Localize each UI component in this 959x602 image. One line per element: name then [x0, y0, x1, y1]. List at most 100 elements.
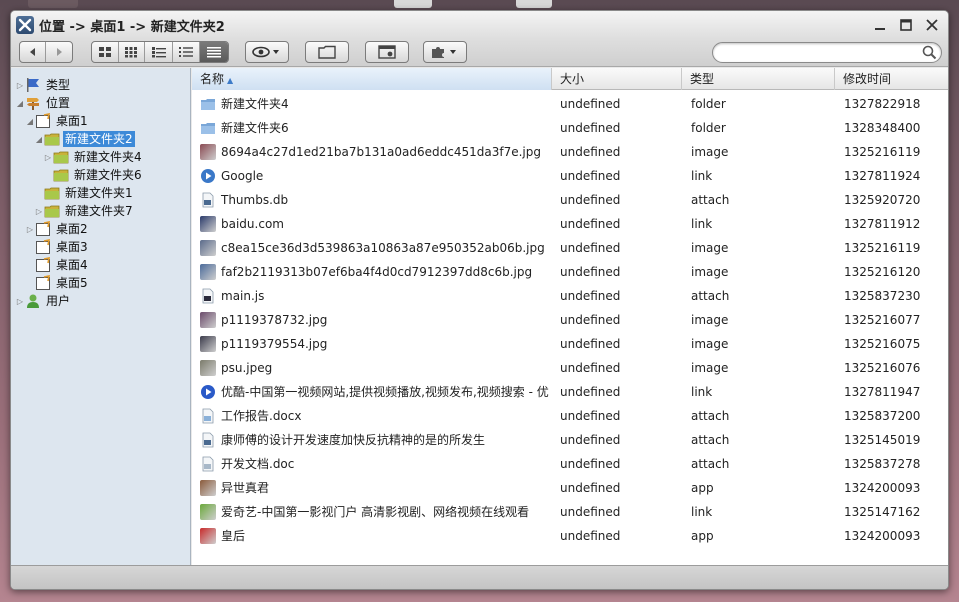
small-icons-view-button[interactable]	[119, 42, 146, 62]
file-size-cell: undefined	[560, 241, 621, 255]
plugins-dropdown-button[interactable]	[423, 41, 467, 63]
forward-button[interactable]	[46, 42, 72, 62]
js-file-icon	[200, 288, 216, 304]
file-name-cell: main.js	[200, 284, 550, 308]
file-row[interactable]: Thumbs.db undefined attach 1325920720	[192, 188, 948, 212]
file-row[interactable]: 新建文件夹6 undefined folder 1328348400	[192, 116, 948, 140]
tree-item[interactable]: ◢ 新建文件夹2	[34, 130, 135, 148]
file-row[interactable]: faf2b2119313b07ef6ba4f4d0cd7912397dd8c6b…	[192, 260, 948, 284]
titlebar[interactable]: 位置 -> 桌面1 -> 新建文件夹2	[11, 11, 948, 39]
collapsed-arrow-icon[interactable]: ▷	[15, 76, 25, 94]
file-name-text: 开发文档.doc	[221, 457, 295, 471]
file-row[interactable]: Google undefined link 1327811924	[192, 164, 948, 188]
file-row[interactable]: baidu.com undefined link 1327811912	[192, 212, 948, 236]
tree-item[interactable]: 桌面3	[25, 238, 90, 256]
file-row[interactable]: 皇后 undefined app 1324200093	[192, 524, 948, 548]
file-row[interactable]: 优酷-中国第一视频网站,提供视频播放,视频发布,视频搜索 - 优 undefine…	[192, 380, 948, 404]
file-name-text: 异世真君	[221, 481, 270, 495]
collapsed-arrow-icon[interactable]: ▷	[25, 220, 35, 238]
desktop-icon	[35, 239, 51, 255]
file-size-cell: undefined	[560, 337, 621, 351]
file-row[interactable]: c8ea15ce36d3d539863a10863a87e950352ab06b…	[192, 236, 948, 260]
new-folder-button[interactable]	[305, 41, 349, 63]
file-name-text: 8694a4c27d1ed21ba7b131a0ad6eddc451da3f7e…	[221, 145, 541, 159]
maximize-button[interactable]	[896, 15, 916, 35]
tree-item-label: 用户	[46, 294, 71, 308]
file-row[interactable]: 开发文档.doc undefined attach 1325837278	[192, 452, 948, 476]
tree-item[interactable]: ▷ 类型	[15, 76, 72, 94]
file-name-text: p1119378732.jpg	[221, 313, 328, 327]
column-header-size[interactable]: 大小	[552, 68, 682, 90]
search-input[interactable]	[723, 45, 913, 60]
details-icon	[207, 47, 222, 58]
file-name-cell: 皇后	[200, 524, 550, 548]
tree-item-label: 桌面3	[56, 240, 88, 254]
expanded-arrow-icon[interactable]: ◢	[15, 94, 25, 112]
file-name-text: baidu.com	[221, 217, 284, 231]
image-thumb-icon	[200, 312, 216, 328]
file-size-cell: undefined	[560, 505, 621, 519]
file-row[interactable]: main.js undefined attach 1325837230	[192, 284, 948, 308]
properties-button[interactable]	[365, 41, 409, 63]
column-header-name[interactable]: 名称 ▲	[192, 68, 552, 90]
column-header-mtime[interactable]: 修改时间	[835, 68, 948, 90]
list-view-button[interactable]	[173, 42, 201, 62]
file-mtime-cell: 1325216119	[844, 145, 921, 159]
tree-item[interactable]: 桌面4	[25, 256, 90, 274]
file-name-cell: 爱奇艺-中国第一影视门户 高清影视剧、网络视频在线观看	[200, 500, 550, 524]
file-type-cell: image	[691, 265, 729, 279]
file-row[interactable]: p1119378732.jpg undefined image 1325216077	[192, 308, 948, 332]
file-mtime-cell: 1325216077	[844, 313, 921, 327]
image-thumb-icon	[200, 336, 216, 352]
tree-item[interactable]: ◢ 桌面1	[25, 112, 90, 130]
file-size-cell: undefined	[560, 145, 621, 159]
folder-tree: ▷ 类型 ◢ 位置 ◢ 桌面1 ◢ 新建文件夹2 ▷ 新建文件夹4 新建文件夹6 新建文件夹1 ▷ 新建文…	[11, 68, 191, 565]
close-button[interactable]	[922, 15, 942, 35]
image-thumb-icon	[200, 240, 216, 256]
tree-item[interactable]: ◢ 位置	[15, 94, 72, 112]
tiles-icon	[151, 47, 166, 58]
file-name-cell: 异世真君	[200, 476, 550, 500]
details-view-button[interactable]	[200, 42, 228, 62]
tree-item[interactable]: 桌面5	[25, 274, 90, 292]
collapsed-arrow-icon[interactable]: ▷	[34, 202, 44, 220]
desktop-icon	[35, 113, 51, 129]
file-mtime-cell: 1325837200	[844, 409, 921, 423]
tiles-view-button[interactable]	[145, 42, 173, 62]
close-icon	[926, 19, 938, 31]
file-row[interactable]: 新建文件夹4 undefined folder 1327822918	[192, 92, 948, 116]
expanded-arrow-icon[interactable]: ◢	[25, 112, 35, 130]
collapsed-arrow-icon[interactable]: ▷	[43, 148, 53, 166]
file-size-cell: undefined	[560, 433, 621, 447]
file-row[interactable]: psu.jpeg undefined image 1325216076	[192, 356, 948, 380]
file-name-cell: Google	[200, 164, 550, 188]
forward-arrow-icon	[57, 48, 62, 56]
file-size-cell: undefined	[560, 313, 621, 327]
minimize-button[interactable]	[870, 15, 890, 35]
back-button[interactable]	[20, 42, 47, 62]
expanded-arrow-icon[interactable]: ◢	[34, 130, 44, 148]
tree-item[interactable]: ▷ 用户	[15, 292, 72, 310]
file-name-text: c8ea15ce36d3d539863a10863a87e950352ab06b…	[221, 241, 545, 255]
search-icon[interactable]	[922, 45, 937, 60]
collapsed-arrow-icon[interactable]: ▷	[15, 292, 25, 310]
folder-icon	[318, 45, 336, 59]
file-row[interactable]: p1119379554.jpg undefined image 1325216075	[192, 332, 948, 356]
file-row[interactable]: 8694a4c27d1ed21ba7b131a0ad6eddc451da3f7e…	[192, 140, 948, 164]
tree-item[interactable]: ▷ 新建文件夹7	[34, 202, 135, 220]
tree-item[interactable]: 新建文件夹1	[34, 184, 135, 202]
tree-item[interactable]: ▷ 新建文件夹4	[43, 148, 144, 166]
file-row[interactable]: 异世真君 undefined app 1324200093	[192, 476, 948, 500]
column-header-type[interactable]: 类型	[682, 68, 835, 90]
tree-item[interactable]: 新建文件夹6	[43, 166, 144, 184]
tree-item[interactable]: ▷ 桌面2	[25, 220, 90, 238]
file-size-cell: undefined	[560, 385, 621, 399]
file-type-cell: link	[691, 505, 713, 519]
file-mtime-cell: 1327811947	[844, 385, 921, 399]
file-row[interactable]: 康师傅的设计开发速度加快反抗精神的是的所发生 undefined attach 132…	[192, 428, 948, 452]
preview-dropdown-button[interactable]	[245, 41, 289, 63]
large-icons-view-button[interactable]	[92, 42, 119, 62]
file-row[interactable]: 爱奇艺-中国第一影视门户 高清影视剧、网络视频在线观看 undefined link…	[192, 500, 948, 524]
file-row[interactable]: 工作报告.docx undefined attach 1325837200	[192, 404, 948, 428]
